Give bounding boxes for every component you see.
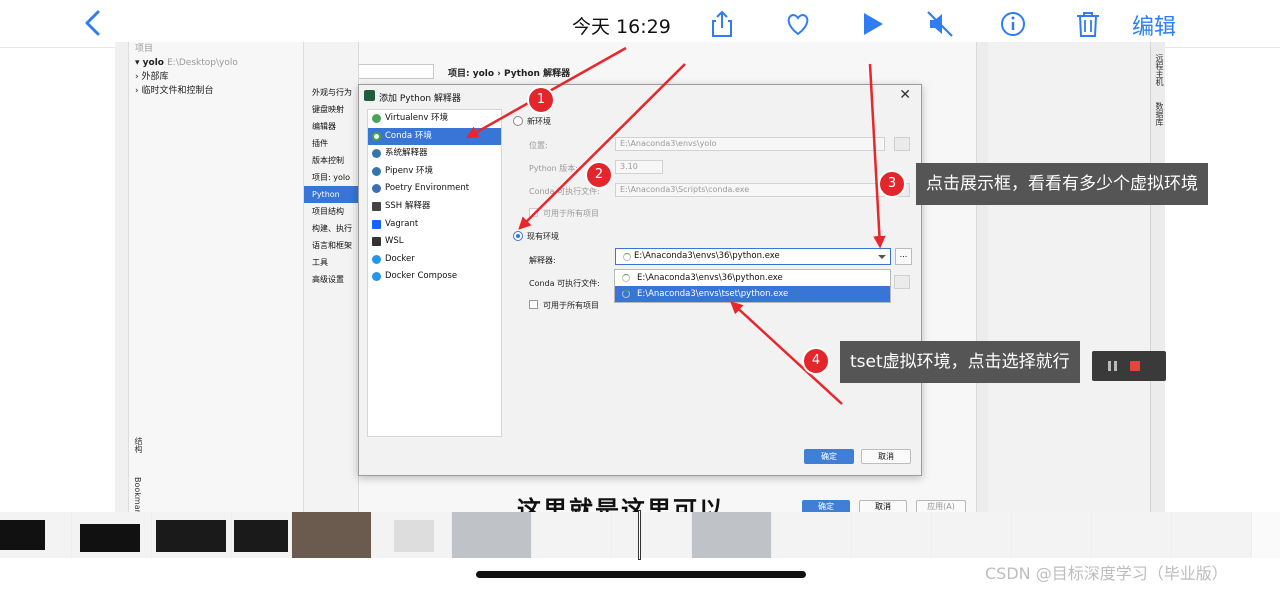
annotation-arrows xyxy=(465,46,886,405)
filmstrip-frame xyxy=(292,512,372,558)
filmstrip-frame xyxy=(1092,512,1172,558)
filmstrip-frame xyxy=(372,512,452,558)
stop-icon[interactable] xyxy=(1130,361,1140,371)
home-indicator xyxy=(476,571,806,578)
tooltip-step-3: 点击展示框，看看有多少个虚拟环境 xyxy=(916,163,1208,205)
filmstrip-frame xyxy=(932,512,1012,558)
step-badge-2: 2 xyxy=(585,161,613,189)
filmstrip-frame xyxy=(72,512,152,558)
filmstrip-frame xyxy=(232,512,292,558)
tooltip-step-4: tset虚拟环境，点击选择就行 xyxy=(840,341,1080,383)
filmstrip-frame xyxy=(772,512,852,558)
arrow-3 xyxy=(868,63,886,249)
step-badge-1: 1 xyxy=(527,86,555,114)
filmstrip-frame xyxy=(0,512,72,558)
csdn-watermark: CSDN @目标深度学习（毕业版） xyxy=(985,564,1228,583)
step-badge-4: 4 xyxy=(802,347,830,375)
step-badge-3: 3 xyxy=(878,170,906,198)
playhead-handle[interactable] xyxy=(638,510,641,560)
recording-control[interactable] xyxy=(1092,351,1166,381)
filmstrip-frame xyxy=(692,512,772,558)
filmstrip-frame xyxy=(532,512,612,558)
filmstrip-frame xyxy=(452,512,532,558)
filmstrip-frame xyxy=(1012,512,1092,558)
filmstrip-frame xyxy=(852,512,932,558)
filmstrip-frame xyxy=(612,512,692,558)
filmstrip-frame xyxy=(152,512,232,558)
screen: 今天 16:29 编辑 项目 ▾ yolo E:\Desktop\yolo › … xyxy=(0,0,1280,591)
filmstrip-frame xyxy=(1172,512,1252,558)
